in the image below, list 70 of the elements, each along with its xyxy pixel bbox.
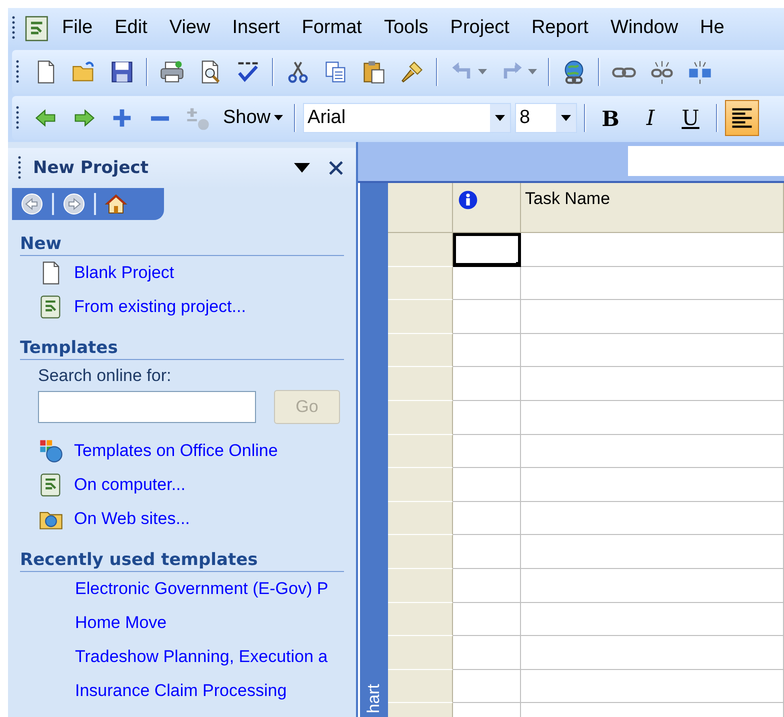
row-header[interactable]: [388, 468, 453, 502]
row-header[interactable]: [388, 300, 453, 334]
menu-item[interactable]: Tools: [372, 17, 440, 39]
caret-icon: [494, 115, 505, 121]
task-pane-link[interactable]: Electronic Government (E-Gov) P: [75, 579, 328, 599]
menu-item[interactable]: He: [689, 17, 736, 39]
menu-item[interactable]: Edit: [104, 17, 158, 39]
task-pane-title: New Project: [33, 158, 150, 178]
caret-icon: [478, 69, 487, 75]
pane-menu-button[interactable]: [292, 161, 312, 175]
menu-item[interactable]: Project: [439, 17, 520, 39]
italic-button[interactable]: I: [632, 100, 669, 136]
section-heading: Recently used templates: [20, 550, 344, 572]
grip-handle[interactable]: [12, 15, 15, 41]
entry-field[interactable]: [628, 146, 784, 176]
paintbrush-icon: [399, 59, 425, 85]
row-header[interactable]: [388, 502, 453, 536]
broken-chain-icon: [649, 59, 675, 85]
search-field[interactable]: [38, 391, 256, 423]
grip-handle[interactable]: [16, 105, 19, 131]
view-bar-label: hart: [364, 684, 384, 715]
split-icon: [687, 59, 713, 85]
caret-icon: [560, 115, 571, 121]
show-menu-button[interactable]: Show: [219, 100, 287, 136]
font-size-field[interactable]: 8: [514, 103, 577, 133]
bold-button[interactable]: B: [592, 100, 629, 136]
task-pane-link[interactable]: Blank Project: [74, 263, 174, 283]
menu-item[interactable]: Report: [520, 17, 600, 39]
row-header[interactable]: [388, 367, 453, 401]
task-pane-link[interactable]: On computer...: [74, 475, 186, 495]
underline-button[interactable]: U: [672, 100, 709, 136]
info-icon: [457, 189, 479, 211]
minus-icon: [151, 116, 169, 120]
menu-item[interactable]: View: [158, 17, 222, 39]
row-header[interactable]: [388, 535, 453, 569]
row-header[interactable]: [388, 334, 453, 368]
menu-item[interactable]: Format: [290, 17, 373, 39]
row-header[interactable]: [388, 636, 453, 670]
task-pane-link[interactable]: Home Move: [75, 613, 167, 633]
clipboard-icon: [361, 59, 387, 85]
menu-item[interactable]: Window: [599, 17, 690, 39]
row-header[interactable]: [388, 670, 453, 704]
task-pane-link[interactable]: Tradeshow Planning, Execution a: [75, 647, 328, 667]
menu-item[interactable]: File: [51, 17, 104, 39]
task-pane-link[interactable]: On Web sites...: [74, 509, 190, 529]
caret-icon: [294, 163, 310, 173]
column-header[interactable]: [453, 183, 521, 233]
caret-icon: [528, 69, 537, 75]
grip-handle[interactable]: [16, 59, 19, 85]
section-heading: Templates: [20, 338, 344, 360]
section-heading: New: [20, 234, 344, 256]
printer-icon: [159, 59, 185, 85]
row-header[interactable]: [388, 400, 453, 435]
caret-icon: [274, 115, 283, 121]
search-label: Search online for:: [38, 366, 172, 386]
grip-handle[interactable]: [18, 155, 21, 181]
task-pane-link[interactable]: Templates on Office Online: [74, 441, 278, 461]
font-name-field[interactable]: Arial: [302, 103, 511, 133]
column-header[interactable]: Task Name: [521, 183, 784, 233]
row-header[interactable]: [388, 602, 453, 636]
task-pane-link[interactable]: Insurance Claim Processing: [75, 681, 287, 701]
table-cell[interactable]: [453, 233, 521, 267]
task-pane-link[interactable]: From existing project...: [74, 297, 246, 317]
row-header[interactable]: [388, 568, 453, 603]
align-left-button[interactable]: [724, 100, 759, 136]
globe-squares-icon: [38, 438, 64, 464]
close-icon: [328, 160, 344, 176]
row-header[interactable]: [388, 434, 453, 468]
house-icon: [104, 192, 128, 216]
menu-item[interactable]: Insert: [221, 17, 291, 39]
